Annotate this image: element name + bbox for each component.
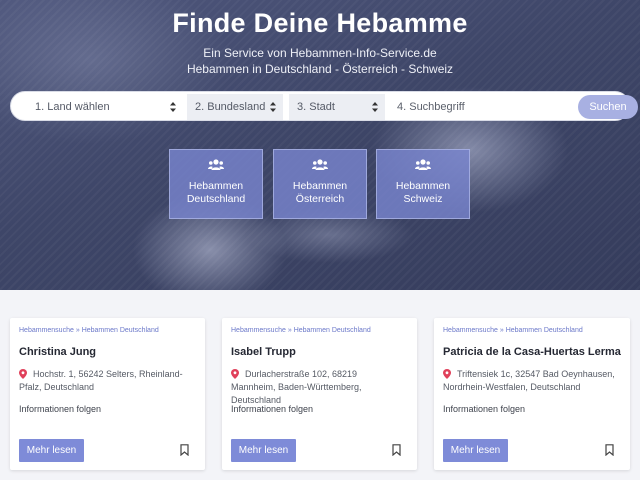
hero-banner: Finde Deine Hebamme Ein Service von Heba… bbox=[0, 0, 640, 290]
hero-background-image bbox=[0, 0, 640, 290]
tile-hebammen-deutschland[interactable]: Hebammen Deutschland bbox=[169, 149, 263, 219]
page-title: Finde Deine Hebamme bbox=[172, 8, 468, 38]
tile-hebammen-oesterreich[interactable]: Hebammen Österreich bbox=[273, 149, 367, 219]
breadcrumb-separator: » bbox=[75, 327, 80, 334]
bookmark-icon[interactable] bbox=[180, 444, 189, 456]
midwife-card: Hebammensuche » Hebammen Deutschland Isa… bbox=[222, 318, 417, 470]
midwife-name[interactable]: Isabel Trupp bbox=[231, 346, 296, 358]
midwife-address: Triftensiek 1c, 32547 Bad Oeynhausen, No… bbox=[443, 369, 615, 392]
breadcrumb-link-search[interactable]: Hebammensuche bbox=[19, 327, 74, 334]
search-bar: 1. Land wählen 2. Bundesland 3. Stadt Su… bbox=[10, 91, 638, 121]
tile-label-line1: Hebammen bbox=[395, 180, 451, 192]
midwife-info: Informationen folgen bbox=[231, 404, 314, 414]
breadcrumb-link-category[interactable]: Hebammen Deutschland bbox=[82, 327, 159, 334]
read-more-button[interactable]: Mehr lesen bbox=[443, 439, 508, 462]
hero-subtitle-service: Ein Service von Hebammen-Info-Service.de bbox=[203, 46, 437, 60]
select-arrows-icon bbox=[270, 102, 276, 112]
hero-subtitle-countries: Hebammen in Deutschland - Österreich - S… bbox=[186, 62, 454, 76]
breadcrumb: Hebammensuche » Hebammen Deutschland bbox=[443, 327, 583, 334]
tile-label-line1: Hebammen bbox=[188, 180, 244, 192]
bookmark-icon[interactable] bbox=[605, 444, 614, 456]
users-icon bbox=[208, 159, 224, 170]
city-select-value: 3. Stadt bbox=[297, 101, 335, 113]
select-arrows-icon bbox=[170, 102, 176, 112]
breadcrumb-link-category[interactable]: Hebammen Deutschland bbox=[506, 327, 583, 334]
midwife-name[interactable]: Christina Jung bbox=[19, 346, 96, 358]
tile-hebammen-schweiz[interactable]: Hebammen Schweiz bbox=[376, 149, 470, 219]
midwife-info: Informationen folgen bbox=[19, 404, 102, 414]
breadcrumb-separator: » bbox=[287, 327, 292, 334]
users-icon bbox=[415, 159, 431, 170]
breadcrumb: Hebammensuche » Hebammen Deutschland bbox=[231, 327, 371, 334]
tile-label-line2: Deutschland bbox=[186, 193, 246, 205]
bookmark-icon[interactable] bbox=[392, 444, 401, 456]
read-more-button[interactable]: Mehr lesen bbox=[19, 439, 84, 462]
city-select[interactable]: 3. Stadt bbox=[289, 94, 385, 120]
midwife-name[interactable]: Patricia de la Casa-Huertas Lerma bbox=[443, 346, 621, 358]
breadcrumb-link-search[interactable]: Hebammensuche bbox=[443, 327, 498, 334]
midwife-address: Durlacherstraße 102, 68219 Mannheim, Bad… bbox=[231, 369, 362, 405]
breadcrumb-separator: » bbox=[499, 327, 504, 334]
country-select-value: 1. Land wählen bbox=[35, 101, 110, 113]
tile-label-line2: Schweiz bbox=[403, 193, 443, 205]
search-query-input[interactable] bbox=[389, 94, 569, 120]
breadcrumb-link-category[interactable]: Hebammen Deutschland bbox=[294, 327, 371, 334]
midwife-card: Hebammensuche » Hebammen Deutschland Chr… bbox=[10, 318, 205, 470]
tile-label-line1: Hebammen bbox=[292, 180, 348, 192]
users-icon bbox=[312, 159, 328, 170]
search-button[interactable]: Suchen bbox=[578, 95, 638, 119]
midwife-card: Hebammensuche » Hebammen Deutschland Pat… bbox=[434, 318, 630, 470]
select-arrows-icon bbox=[372, 102, 378, 112]
tile-label-line2: Österreich bbox=[295, 193, 345, 205]
breadcrumb: Hebammensuche » Hebammen Deutschland bbox=[19, 327, 159, 334]
read-more-button[interactable]: Mehr lesen bbox=[231, 439, 296, 462]
country-select[interactable]: 1. Land wählen bbox=[25, 94, 183, 120]
breadcrumb-link-search[interactable]: Hebammensuche bbox=[231, 327, 286, 334]
state-select[interactable]: 2. Bundesland bbox=[187, 94, 283, 120]
state-select-value: 2. Bundesland bbox=[195, 101, 266, 113]
midwife-info: Informationen folgen bbox=[443, 404, 526, 414]
midwife-address: Hochstr. 1, 56242 Selters, Rheinland-Pfa… bbox=[19, 369, 183, 392]
